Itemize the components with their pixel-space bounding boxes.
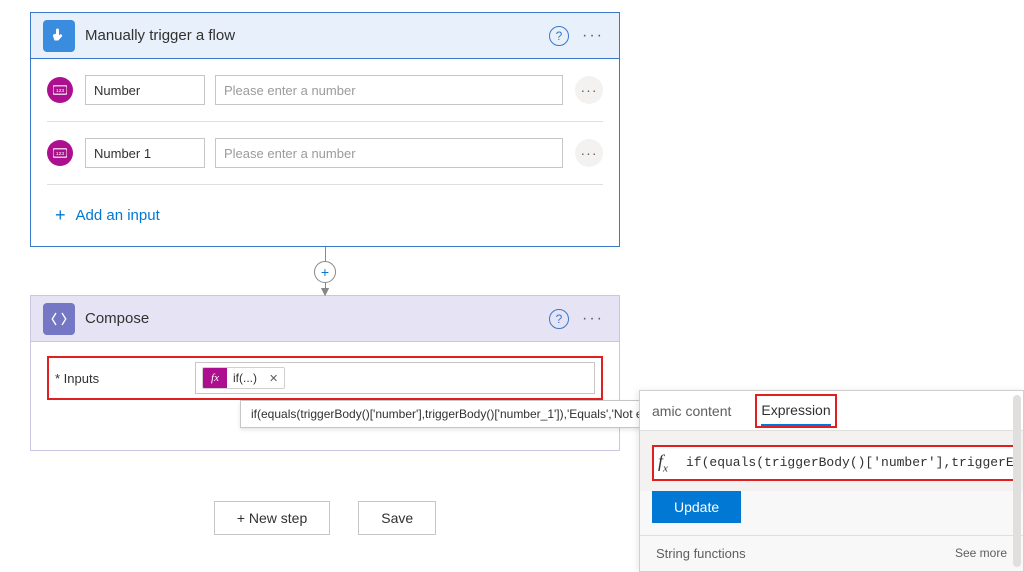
expression-token[interactable]: fx if(...) ✕ xyxy=(202,367,285,389)
fx-icon: fx xyxy=(203,367,227,389)
trigger-header[interactable]: Manually trigger a flow ? ··· xyxy=(31,13,619,59)
input-value-field[interactable]: Please enter a number xyxy=(215,75,563,105)
arrow-down-icon: ▼ xyxy=(318,287,332,295)
tab-dynamic-content[interactable]: amic content xyxy=(652,391,731,431)
expression-panel: amic content Expression fx if(equals(tri… xyxy=(639,390,1024,572)
help-icon[interactable]: ? xyxy=(549,309,569,329)
connector: + ▼ xyxy=(30,247,620,295)
section-title: String functions xyxy=(656,546,746,561)
svg-text:123: 123 xyxy=(56,88,64,94)
add-input-button[interactable]: + Add an input xyxy=(47,185,603,246)
input-name-field[interactable]: Number 1 xyxy=(85,138,205,168)
add-input-label: Add an input xyxy=(76,207,160,224)
input-row-menu[interactable]: ··· xyxy=(575,76,603,104)
trigger-card: Manually trigger a flow ? ··· 123 Number… xyxy=(30,12,620,247)
help-icon[interactable]: ? xyxy=(549,26,569,46)
functions-section-header: String functions See more xyxy=(640,535,1023,571)
input-row-menu[interactable]: ··· xyxy=(575,139,603,167)
expression-input[interactable]: if(equals(triggerBody()['number'],trigge… xyxy=(686,455,1014,470)
inputs-label: Inputs xyxy=(55,371,195,386)
compose-inputs-section: Inputs fx if(...) ✕ xyxy=(47,356,603,400)
inputs-token-area[interactable]: fx if(...) ✕ xyxy=(195,362,595,394)
panel-scrollbar[interactable] xyxy=(1013,395,1021,567)
number-type-icon: 123 xyxy=(47,140,73,166)
expression-input-row: fx if(equals(triggerBody()['number'],tri… xyxy=(652,445,1020,481)
token-remove-icon[interactable]: ✕ xyxy=(263,372,284,385)
tab-expression[interactable]: Expression xyxy=(761,396,830,426)
plus-icon: + xyxy=(55,205,66,226)
insert-step-button[interactable]: + xyxy=(314,261,336,283)
new-step-button[interactable]: + New step xyxy=(214,501,330,535)
compose-menu-icon[interactable]: ··· xyxy=(579,310,607,328)
number-type-icon: 123 xyxy=(47,77,73,103)
compose-icon xyxy=(43,303,75,335)
trigger-title: Manually trigger a flow xyxy=(85,27,549,44)
token-text: if(...) xyxy=(227,371,263,385)
update-button[interactable]: Update xyxy=(652,491,741,523)
input-name-field[interactable]: Number xyxy=(85,75,205,105)
manual-trigger-icon xyxy=(43,20,75,52)
fx-icon: fx xyxy=(658,451,686,475)
input-value-field[interactable]: Please enter a number xyxy=(215,138,563,168)
trigger-input-row: 123 Number 1 Please enter a number ··· xyxy=(47,122,603,185)
compose-title: Compose xyxy=(85,310,549,327)
svg-text:123: 123 xyxy=(56,151,64,157)
see-more-link[interactable]: See more xyxy=(955,546,1007,561)
trigger-input-row: 123 Number Please enter a number ··· xyxy=(47,59,603,122)
panel-tabs: amic content Expression xyxy=(640,391,1023,431)
expression-tooltip: if(equals(triggerBody()['number'],trigge… xyxy=(240,400,683,428)
compose-header[interactable]: Compose ? ··· xyxy=(31,296,619,342)
save-button[interactable]: Save xyxy=(358,501,436,535)
trigger-menu-icon[interactable]: ··· xyxy=(579,27,607,45)
